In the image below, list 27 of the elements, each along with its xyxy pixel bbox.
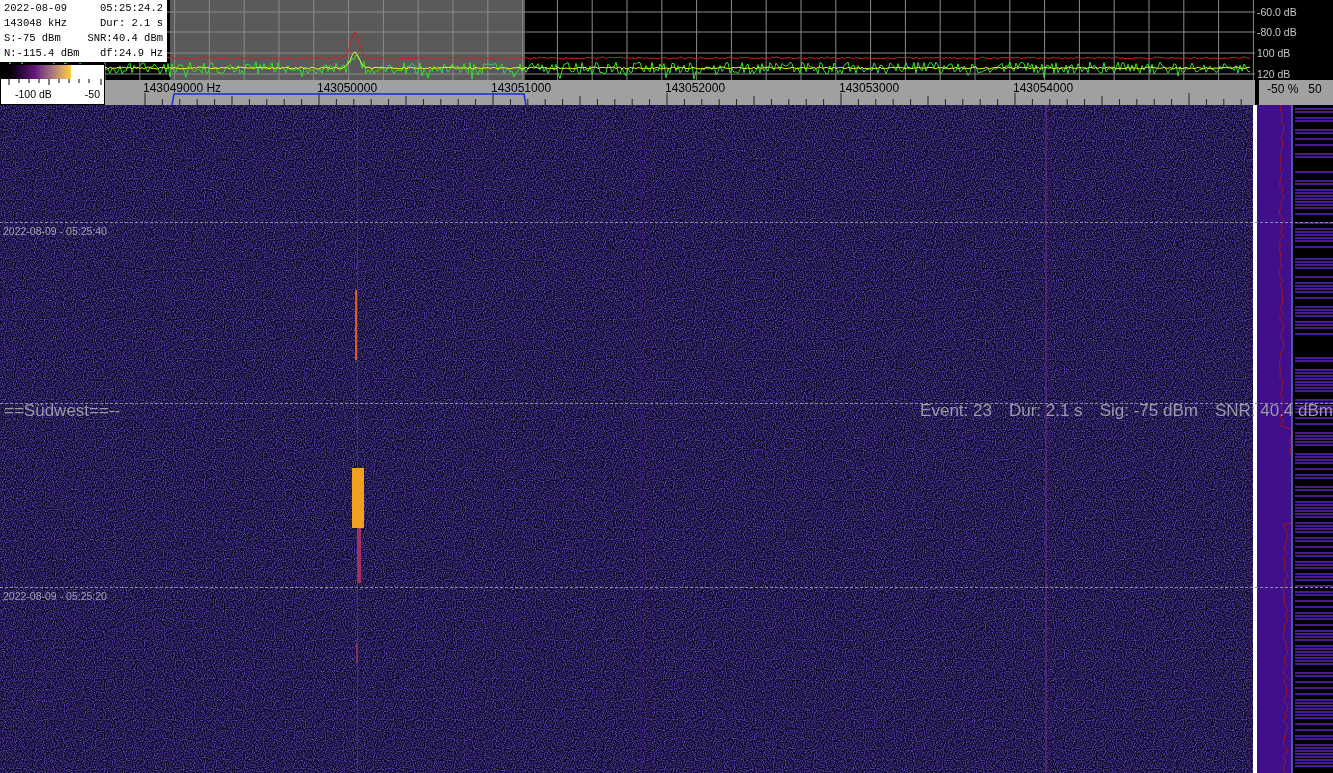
info-text: N:-115.4 dBm: [4, 46, 80, 61]
axis-label: -50 %: [1267, 81, 1299, 98]
frequency-label: 143052000: [665, 80, 726, 96]
db-label: 120 dB: [1257, 68, 1291, 80]
info-text: 2022-08-09: [4, 1, 67, 16]
event-info: Event: 23: [920, 400, 992, 422]
db-label: 100 dB: [1257, 47, 1291, 59]
time-label: 2022-08-09 - 05:25:40: [3, 225, 107, 237]
scale-max-label: -50: [84, 87, 100, 101]
color-gradient: [1, 65, 71, 79]
info-text: S:-75 dBm: [4, 31, 61, 46]
event-info: Sig: -75 dBm: [1099, 400, 1198, 422]
axis-label: 50: [1308, 81, 1322, 98]
frequency-label: 143054000: [1013, 80, 1074, 96]
db-label: -60.0 dB: [1257, 6, 1297, 18]
frequency-label: 143051000: [491, 80, 552, 96]
scale-min-label: -100 dB: [15, 87, 52, 101]
frequency-label: 143049000 Hz: [143, 80, 222, 96]
info-text: df:24.9 Hz: [100, 46, 163, 61]
frequency-label: 143050000: [317, 80, 378, 96]
info-text: SNR:40.4 dBm: [87, 31, 163, 46]
info-text: 05:25:24.2: [100, 1, 163, 16]
frequency-label: 143053000: [839, 80, 900, 96]
db-label: -80.0 dB: [1257, 26, 1297, 38]
info-text: 143048 kHz: [4, 16, 67, 31]
time-label: 2022-08-09 - 05:25:20: [3, 590, 107, 602]
info-text: Dur: 2.1 s: [100, 16, 163, 31]
